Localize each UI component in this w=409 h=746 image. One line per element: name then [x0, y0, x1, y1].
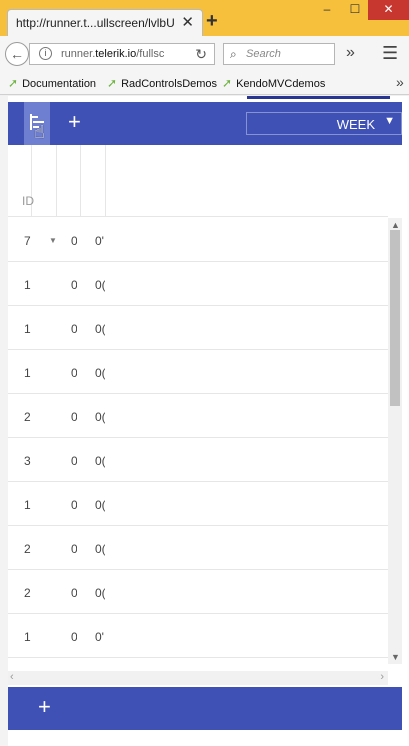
cell-id: 2 — [24, 542, 31, 556]
scroll-left-arrow-icon[interactable]: ‹ — [10, 671, 14, 683]
bookmark-icon: ➚ — [8, 76, 19, 90]
search-input[interactable]: ⌕ Search — [223, 43, 335, 65]
cell-value: 0 — [71, 630, 77, 644]
grid-header: ID — [8, 145, 388, 217]
view-selected-label: WEEK — [336, 117, 375, 132]
cell-value: 0 — [71, 454, 77, 468]
cell-id: 1 — [24, 498, 31, 512]
tab-title: http://runner.t...ullscreen/lvlbU — [16, 16, 175, 30]
cell-value: 0 — [71, 322, 77, 336]
maximize-button[interactable]: ☐ — [343, 0, 367, 20]
vertical-scrollbar[interactable]: ▲ ▼ — [388, 218, 402, 664]
expand-arrow-icon[interactable]: ▼ — [49, 236, 57, 245]
horizontal-scrollbar[interactable]: ‹ › — [8, 671, 388, 685]
bookmark-documentation[interactable]: ➚ Documentation — [8, 76, 96, 90]
reload-icon[interactable]: ↻ — [195, 46, 207, 63]
table-row[interactable]: 7 ▼ 0 0' — [8, 218, 388, 262]
table-row[interactable]: 2 0 0( — [8, 526, 388, 570]
cell-value: 0( — [95, 278, 105, 292]
gantt-toolbar: ☝ + WEEK ▼ — [8, 102, 402, 145]
browser-tab[interactable]: http://runner.t...ullscreen/lvlbU ✕ — [7, 9, 203, 36]
cell-value: 0( — [95, 586, 105, 600]
cell-value: 0 — [71, 366, 77, 380]
toolbar-overflow-button[interactable]: » — [346, 44, 355, 62]
cell-value: 0' — [95, 630, 104, 644]
cell-id: 1 — [24, 366, 31, 380]
add-task-button[interactable]: + — [68, 109, 81, 135]
table-row[interactable]: 2 0 0( — [8, 394, 388, 438]
browser-navbar: ← i runner.telerik.io/fullsc ↻ ⌕ Search … — [0, 36, 409, 71]
cell-value: 0( — [95, 498, 105, 512]
cell-id: 7 — [24, 234, 31, 248]
info-icon[interactable]: i — [39, 47, 52, 60]
add-task-footer-button[interactable]: + — [38, 694, 51, 720]
cell-id: 1 — [24, 630, 31, 644]
back-arrow-icon[interactable]: ← — [5, 42, 29, 66]
gantt-footer: + — [8, 687, 402, 730]
cell-value: 0 — [71, 542, 77, 556]
column-divider[interactable] — [80, 145, 81, 217]
scroll-up-arrow-icon[interactable]: ▲ — [391, 220, 400, 230]
search-icon: ⌕ — [230, 47, 237, 61]
cell-id: 3 — [24, 454, 31, 468]
cell-value: 0( — [95, 542, 105, 556]
cell-id: 1 — [24, 278, 31, 292]
view-selector-dropdown[interactable]: WEEK ▼ — [246, 112, 402, 135]
search-placeholder: Search — [246, 48, 281, 60]
column-divider[interactable] — [56, 145, 57, 217]
cell-value: 0 — [71, 498, 77, 512]
scrollbar-thumb[interactable] — [390, 230, 400, 406]
bookmark-radcontrolsdemos[interactable]: ➚ RadControlsDemos — [107, 76, 217, 90]
dropdown-popup-edge — [247, 96, 390, 99]
hamburger-menu-icon[interactable]: ☰ — [382, 43, 398, 64]
table-row[interactable]: 3 0 0( — [8, 438, 388, 482]
page-viewport: ☝ + WEEK ▼ ID 7 ▼ 0 0' 1 0 0( 1 0 0(1 0… — [0, 96, 409, 746]
cell-value: 0 — [71, 410, 77, 424]
cell-value: 0( — [95, 410, 105, 424]
hand-cursor-icon: ☝ — [34, 122, 45, 142]
cell-value: 0( — [95, 322, 105, 336]
column-divider[interactable] — [105, 145, 106, 217]
caret-down-icon: ▼ — [384, 115, 395, 127]
cell-id: 2 — [24, 586, 31, 600]
bookmarks-bar: ➚ Documentation ➚ RadControlsDemos ➚ KendoM… — [0, 71, 409, 95]
column-header-id[interactable]: ID — [22, 194, 34, 208]
table-row[interactable]: 1 0 0( — [8, 482, 388, 526]
table-row[interactable]: 1 0 0( — [8, 350, 388, 394]
scroll-right-arrow-icon[interactable]: › — [380, 671, 384, 683]
scroll-down-arrow-icon[interactable]: ▼ — [391, 652, 400, 662]
close-tab-icon[interactable]: ✕ — [181, 13, 194, 31]
cell-value: 0 — [71, 234, 77, 248]
close-window-button[interactable]: ✕ — [368, 0, 409, 20]
cell-value: 0( — [95, 366, 105, 380]
table-row[interactable]: 2 0 0( — [8, 570, 388, 614]
cell-value: 0 — [71, 586, 77, 600]
bookmarks-overflow-button[interactable]: » — [396, 74, 404, 90]
minimize-button[interactable]: – — [315, 0, 339, 20]
bookmark-kendomvcdemos[interactable]: ➚ KendoMVCdemos — [222, 76, 325, 90]
address-bar[interactable]: i runner.telerik.io/fullsc ↻ — [29, 43, 215, 65]
grid-body: 7 ▼ 0 0' 1 0 0( 1 0 0( 1 0 0( 2 0 0( 3 0… — [8, 218, 388, 660]
table-row[interactable]: 1 0 0( — [8, 262, 388, 306]
bookmark-icon: ➚ — [107, 76, 118, 90]
browser-titlebar: http://runner.t...ullscreen/lvlbU ✕ + – … — [0, 0, 409, 36]
cell-value: 0 — [71, 278, 77, 292]
cell-value: 0' — [95, 234, 104, 248]
page-left-edge — [0, 96, 8, 746]
table-row[interactable]: 1 0 0( — [8, 306, 388, 350]
cell-id: 2 — [24, 410, 31, 424]
bookmark-icon: ➚ — [222, 76, 233, 90]
cell-value: 0( — [95, 454, 105, 468]
cell-id: 1 — [24, 322, 31, 336]
url-text: runner.telerik.io/fullsc — [61, 48, 165, 60]
new-tab-button[interactable]: + — [206, 10, 218, 33]
table-row[interactable]: 1 0 0' — [8, 614, 388, 658]
